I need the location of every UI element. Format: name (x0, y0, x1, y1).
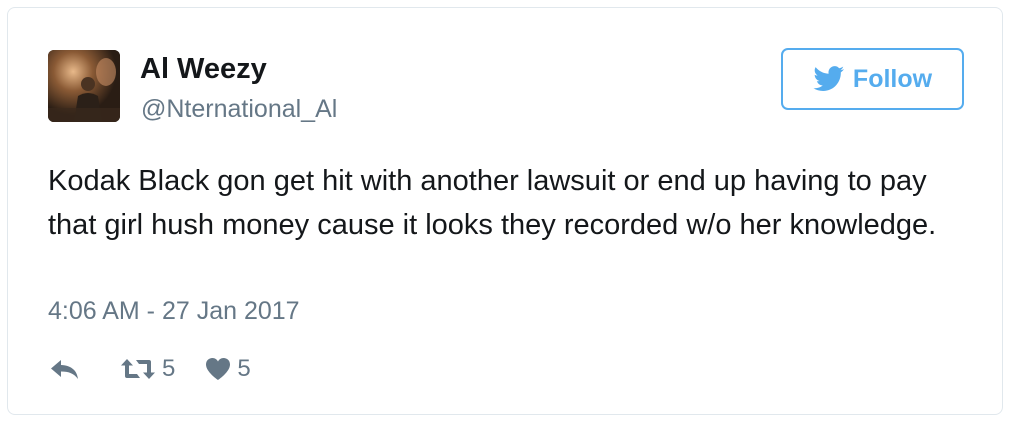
like-count: 5 (237, 355, 251, 382)
retweet-count: 5 (162, 355, 176, 382)
avatar[interactable] (48, 50, 120, 122)
tweet-card: Al Weezy @Nternational_Al Follow Kodak B… (7, 7, 1003, 415)
reply-icon (51, 360, 78, 379)
display-name[interactable]: Al Weezy (140, 52, 267, 86)
tweet-timestamp[interactable]: 4:06 AM - 27 Jan 2017 (48, 295, 300, 327)
tweet-actions: 5 5 (48, 354, 251, 384)
follow-button[interactable]: Follow (781, 48, 964, 110)
heart-icon (206, 358, 231, 380)
like-button[interactable]: 5 (205, 355, 251, 383)
follow-button-label: Follow (852, 64, 933, 93)
twitter-bird-icon (813, 66, 845, 91)
tweet-text: Kodak Black gon get hit with another law… (48, 165, 937, 241)
reply-button[interactable] (50, 357, 80, 381)
retweet-button[interactable]: 5 (120, 355, 175, 383)
retweet-icon (121, 359, 155, 379)
user-handle[interactable]: @Nternational_Al (141, 94, 337, 124)
